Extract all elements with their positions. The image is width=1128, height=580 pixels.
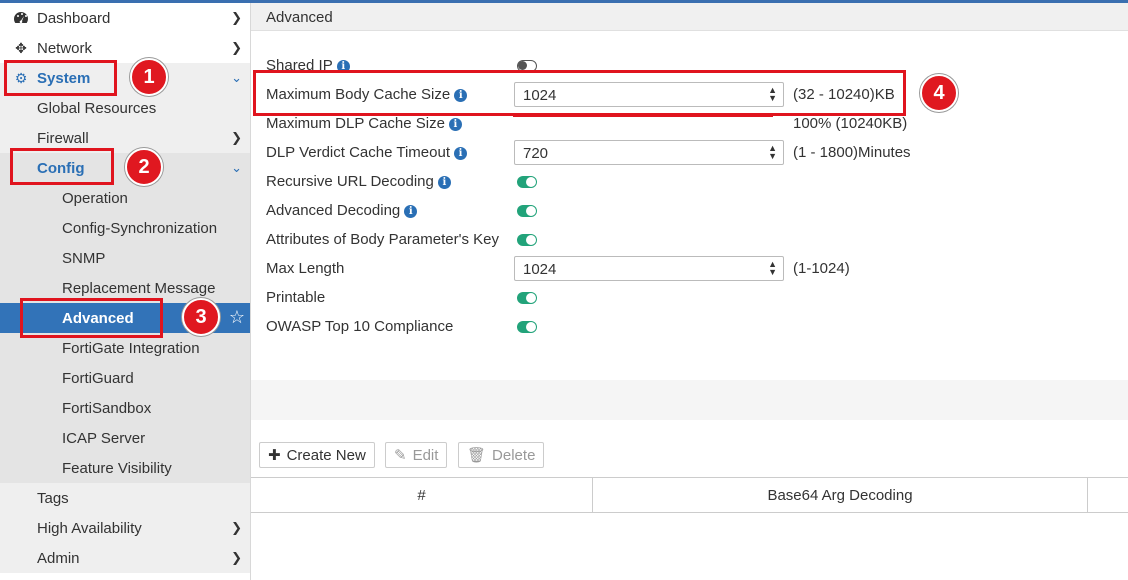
sidebar-item-label: FortiGate Integration [62, 339, 200, 357]
sidebar-item-label: Config-Synchronization [62, 219, 218, 237]
setting-recursive-url: Recursive URL Decoding i [266, 169, 1126, 195]
sidebar-item-snmp[interactable]: SNMP [0, 243, 250, 273]
input-value: 1024 [523, 261, 557, 278]
sidebar-item-label: FortiGuard [62, 369, 134, 387]
pencil-icon: ✎ [394, 447, 407, 464]
sidebar-item-icap-server[interactable]: ICAP Server [0, 423, 250, 453]
sidebar-item-operation[interactable]: Operation [0, 183, 250, 213]
info-icon[interactable]: i [453, 147, 467, 160]
setting-max-length: Max Length 1024 ▲ ▼ (1-1024) [266, 256, 1126, 282]
setting-label: Advanced Decoding i [266, 202, 418, 219]
setting-owasp: OWASP Top 10 Compliance [266, 314, 1126, 340]
sidebar-item-admin[interactable]: Admin ❯ [0, 543, 250, 573]
range-hint: (1 - 1800)Minutes [793, 144, 911, 161]
setting-label: Max Length [266, 260, 345, 277]
setting-printable: Printable [266, 285, 1126, 311]
sidebar-item-label: Operation [62, 189, 128, 207]
section-divider [251, 380, 1128, 420]
sidebar-item-config-synchronization[interactable]: Config-Synchronization [0, 213, 250, 243]
annotation-badge-4: 4 [920, 74, 958, 112]
range-hint: 100% (10240KB) [793, 115, 908, 132]
sidebar-item-label: Replacement Message [62, 279, 216, 297]
sidebar-item-label: Tags [37, 489, 69, 507]
sidebar-item-label: Network [37, 39, 93, 57]
setting-label: OWASP Top 10 Compliance [266, 318, 454, 335]
chevron-right-icon: ❯ [231, 130, 242, 145]
spinner-icon[interactable]: ▲ ▼ [768, 260, 777, 277]
annotation-underline [513, 115, 773, 117]
info-icon[interactable]: i [404, 205, 418, 218]
setting-label: Recursive URL Decoding i [266, 173, 451, 190]
attr-body-param-toggle[interactable] [517, 234, 537, 246]
spinner-icon[interactable]: ▲ ▼ [768, 144, 777, 161]
sidebar-item-feature-visibility[interactable]: Feature Visibility [0, 453, 250, 483]
sidebar-item-high-availability[interactable]: High Availability ❯ [0, 513, 250, 543]
sidebar-item-global-resources[interactable]: Global Resources [0, 93, 250, 123]
sidebar-item-label: Feature Visibility [62, 459, 172, 477]
setting-label: DLP Verdict Cache Timeout i [266, 144, 467, 161]
input-value: 720 [523, 145, 549, 162]
dashboard-icon [13, 10, 29, 26]
annotation-badge-1: 1 [130, 58, 168, 96]
page-header: Advanced [251, 3, 1128, 31]
advanced-decoding-toggle[interactable] [517, 205, 537, 217]
delete-button[interactable]: 🗑 Delete [458, 442, 545, 468]
sidebar-item-label: Firewall [37, 129, 89, 147]
sidebar-item-label: Dashboard [37, 9, 111, 27]
chevron-right-icon: ❯ [231, 10, 242, 25]
sidebar-item-fortiguard[interactable]: FortiGuard [0, 363, 250, 393]
setting-dlp-verdict-timeout: DLP Verdict Cache Timeout i 720 ▲ ▼ (1 - 1… [266, 140, 1126, 166]
info-icon[interactable]: i [437, 176, 451, 189]
annotation-box-config [10, 148, 114, 185]
page-title: Advanced [266, 9, 333, 26]
sidebar-item-label: High Availability [37, 519, 142, 537]
trash-icon: 🗑 [467, 447, 487, 464]
setting-advanced-decoding: Advanced Decoding i [266, 198, 1126, 224]
table-header: # Base64 Arg Decoding [251, 477, 1128, 513]
sidebar-item-label: SNMP [62, 249, 106, 267]
annotation-badge-3: 3 [182, 298, 220, 336]
chevron-right-icon: ❯ [231, 520, 242, 535]
chevron-down-icon: ⌄ [231, 160, 242, 175]
setting-label: Printable [266, 289, 326, 306]
edit-button[interactable]: ✎ Edit [385, 442, 448, 468]
recursive-url-toggle[interactable] [517, 176, 537, 188]
column-header-base64[interactable]: Base64 Arg Decoding [593, 478, 1088, 513]
sidebar-item-label: ICAP Server [62, 429, 146, 447]
move-arrows-icon: ✥ [15, 40, 27, 56]
sidebar-item-tags[interactable]: Tags [0, 483, 250, 513]
sidebar-item-network[interactable]: ✥ Network ❯ [0, 33, 250, 63]
sidebar-item-dashboard[interactable]: Dashboard ❯ [0, 3, 250, 33]
annotation-box-advanced [20, 298, 163, 338]
info-icon[interactable]: i [448, 118, 462, 131]
chevron-right-icon: ❯ [231, 550, 242, 565]
annotation-box-max-body-cache [253, 70, 906, 116]
column-header-number[interactable]: # [251, 478, 593, 513]
printable-toggle[interactable] [517, 292, 537, 304]
owasp-toggle[interactable] [517, 321, 537, 333]
range-hint: (1-1024) [793, 260, 850, 277]
sidebar-item-fortisandbox[interactable]: FortiSandbox [0, 393, 250, 423]
sidebar-item-label: FortiSandbox [62, 399, 152, 417]
annotation-box-system [4, 60, 117, 96]
setting-label: Maximum DLP Cache Size i [266, 115, 462, 132]
star-icon[interactable]: ☆ [229, 307, 245, 327]
sidebar-item-label: Admin [37, 549, 80, 567]
dlp-verdict-timeout-input[interactable]: 720 ▲ ▼ [514, 140, 784, 165]
plus-icon: ✚ [268, 447, 281, 464]
chevron-right-icon: ❯ [231, 40, 242, 55]
chevron-down-icon: ⌄ [231, 70, 242, 85]
setting-attr-body-param: Attributes of Body Parameter's Key [266, 227, 1126, 253]
create-new-button[interactable]: ✚ Create New [259, 442, 375, 468]
setting-label: Attributes of Body Parameter's Key [266, 231, 499, 248]
annotation-badge-2: 2 [125, 148, 163, 186]
sidebar-item-label: Global Resources [37, 99, 157, 117]
max-length-input[interactable]: 1024 ▲ ▼ [514, 256, 784, 281]
